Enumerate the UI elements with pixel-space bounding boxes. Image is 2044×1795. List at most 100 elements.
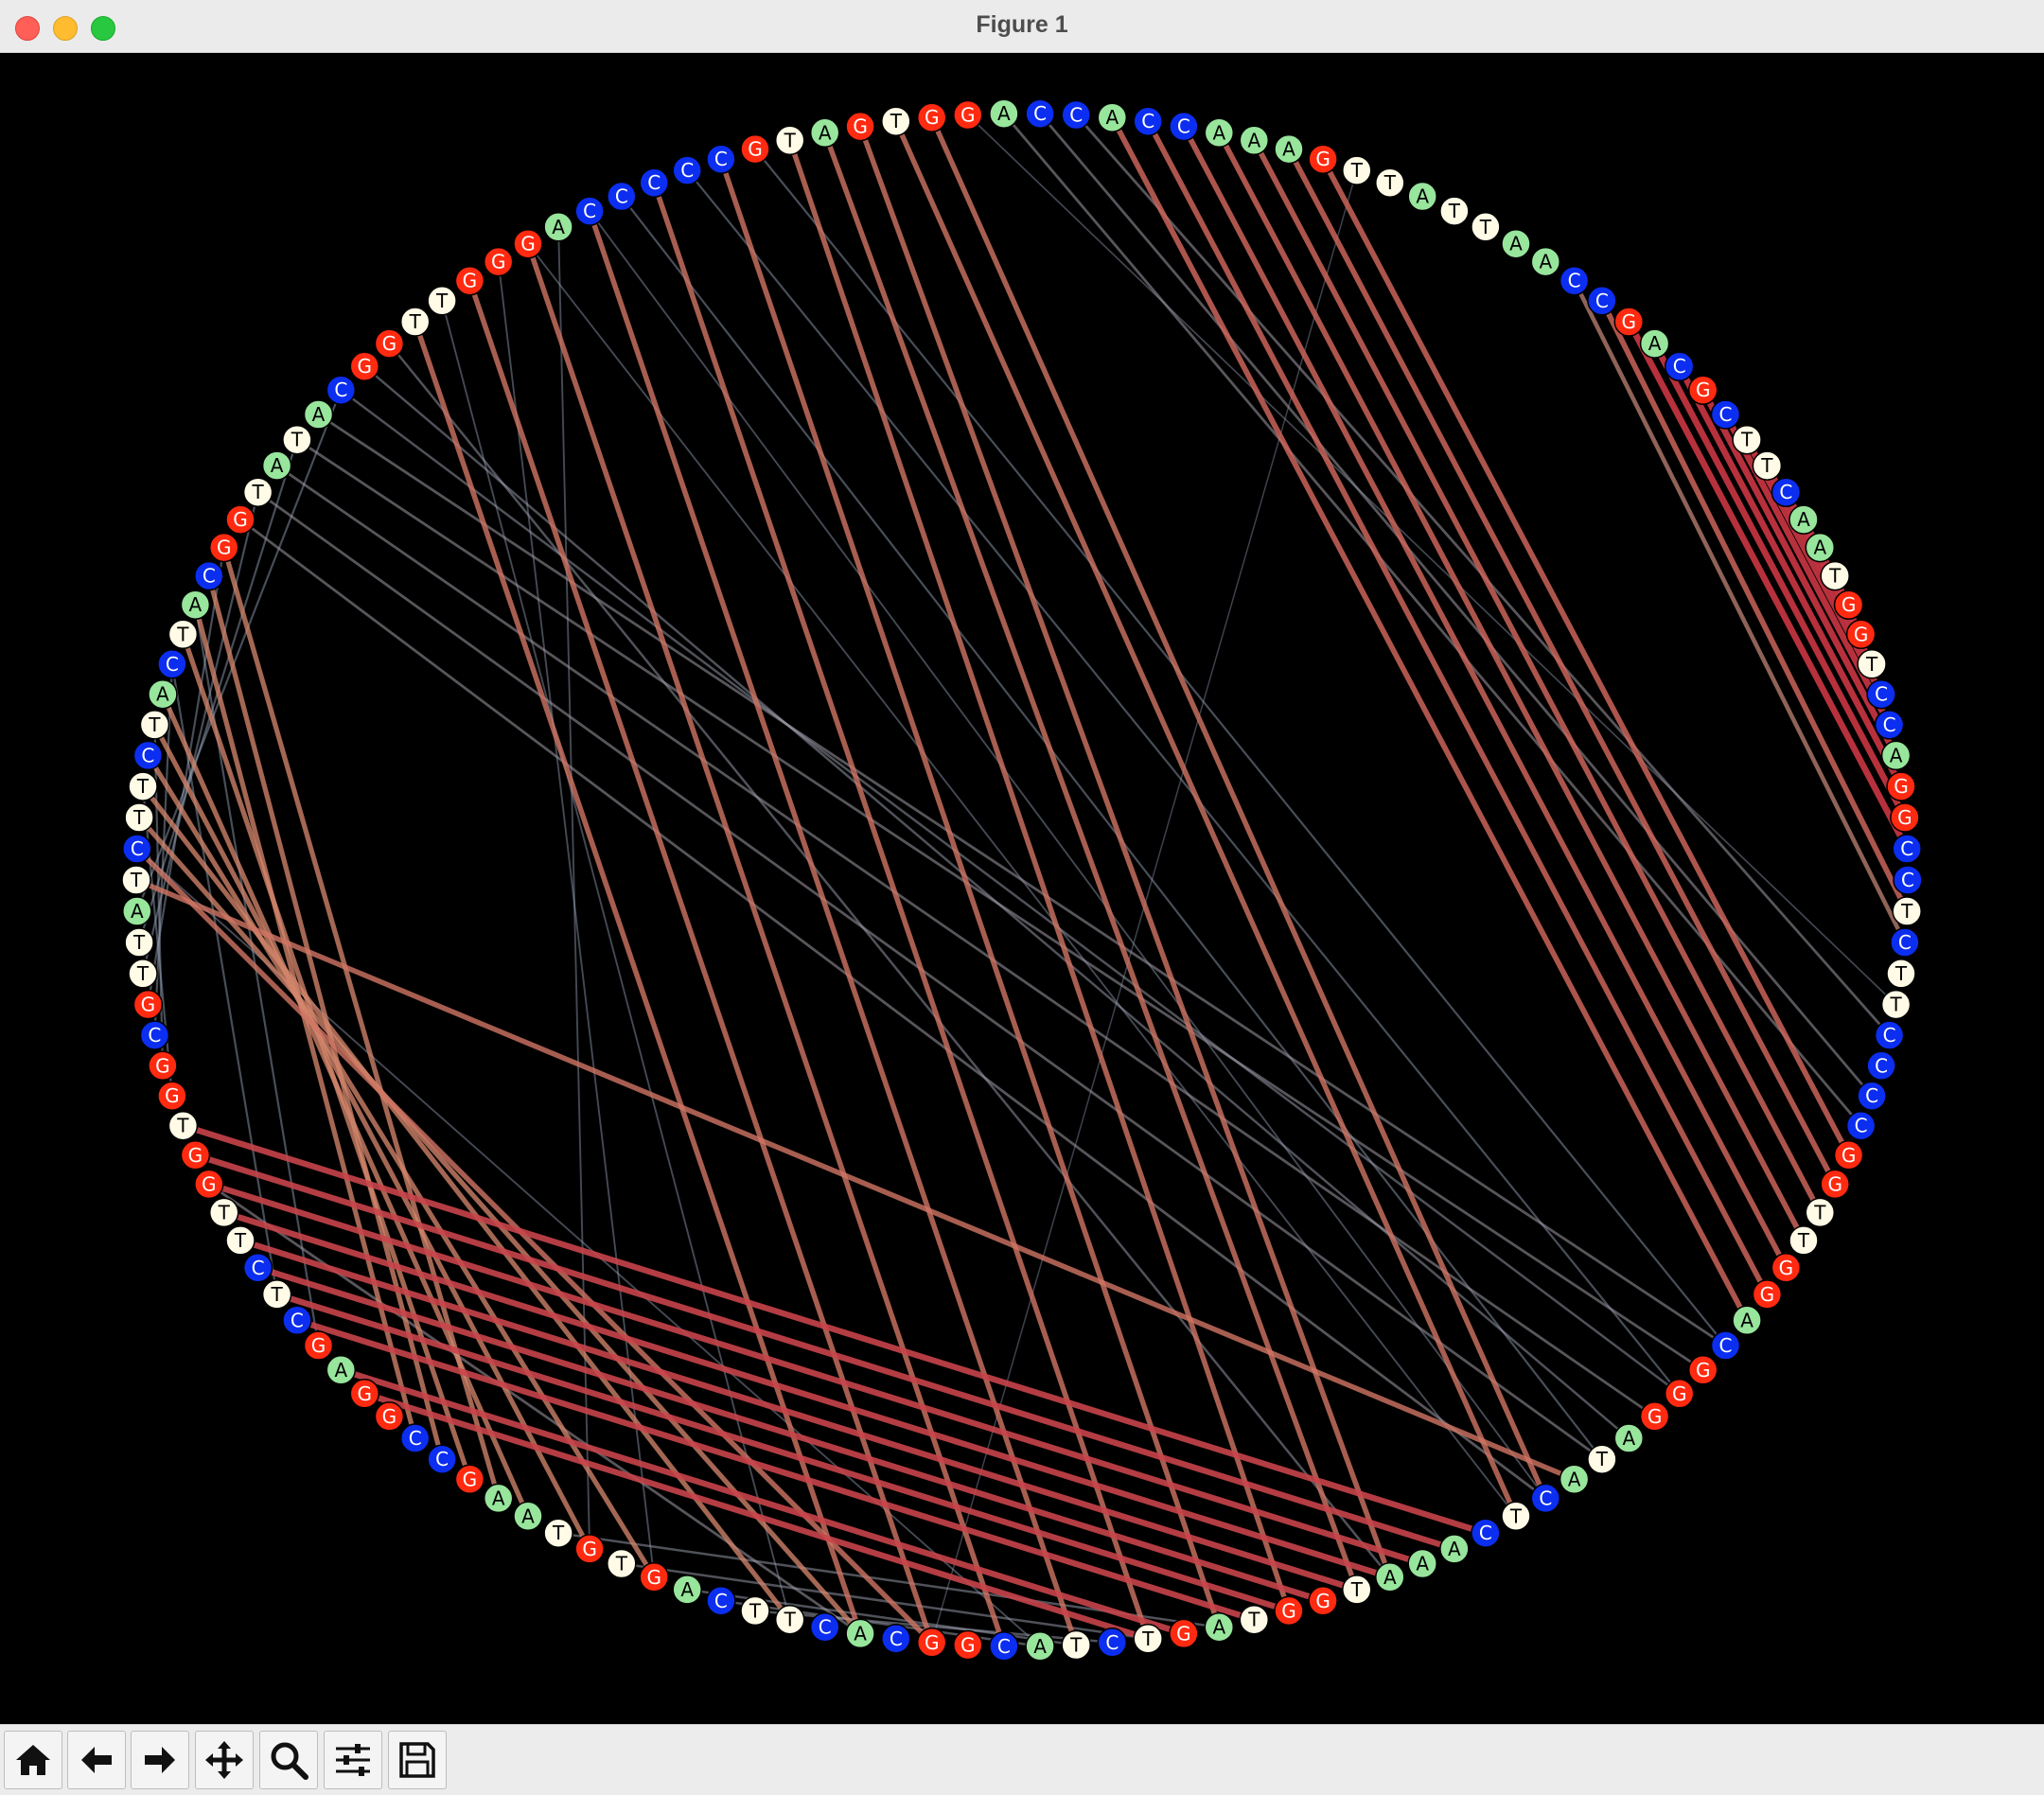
- base-label: A: [1247, 129, 1260, 151]
- base-node-t: T: [1133, 1624, 1163, 1654]
- base-node-g: G: [148, 1050, 178, 1082]
- base-node-a: A: [148, 678, 178, 710]
- base-node-a: A: [180, 590, 211, 620]
- base-node-c: C: [122, 834, 152, 864]
- base-label: T: [251, 481, 264, 503]
- base-node-a: A: [1204, 117, 1235, 149]
- base-node-c: C: [881, 1624, 911, 1654]
- pair-link: [1145, 119, 1770, 1296]
- base-node-t: T: [1892, 896, 1922, 926]
- base-label: G: [463, 270, 478, 292]
- base-label: T: [552, 1522, 565, 1544]
- base-node-g: G: [574, 1534, 605, 1564]
- zoom-button[interactable]: [259, 1731, 318, 1789]
- base-node-c: C: [574, 196, 605, 226]
- base-node-c: C: [1664, 351, 1695, 381]
- base-label: G: [463, 1468, 478, 1490]
- base-node-t: T: [167, 1110, 199, 1141]
- base-node-t: T: [1880, 989, 1912, 1020]
- base-label: T: [1069, 1634, 1083, 1657]
- base-node-g: G: [1771, 1253, 1802, 1283]
- base-label: T: [234, 1229, 247, 1252]
- base-label: A: [1416, 185, 1429, 208]
- base-node-a: A: [122, 896, 152, 926]
- base-node-c: C: [1866, 678, 1896, 710]
- home-button[interactable]: [4, 1731, 62, 1789]
- base-node-g: G: [1308, 144, 1338, 174]
- base-node-t: T: [1239, 1604, 1270, 1635]
- base-label: G: [1894, 775, 1909, 798]
- base-label: C: [1673, 355, 1686, 378]
- base-label: T: [176, 1115, 189, 1137]
- base-node-a: A: [1613, 1423, 1645, 1453]
- base-node-g: G: [639, 1562, 669, 1593]
- base-label: C: [1568, 270, 1581, 292]
- base-node-g: G: [1613, 307, 1645, 337]
- base-label: A: [1105, 106, 1119, 129]
- base-node-t: T: [1857, 649, 1887, 679]
- base-node-g: G: [916, 1628, 947, 1658]
- base-node-t: T: [1788, 1225, 1819, 1256]
- base-node-c: C: [139, 1020, 170, 1050]
- base-label: T: [176, 623, 189, 645]
- base-label: G: [1315, 1590, 1330, 1612]
- base-label: G: [1827, 1172, 1842, 1195]
- base-label: A: [854, 1622, 867, 1645]
- pan-button[interactable]: [195, 1731, 254, 1789]
- base-label: G: [382, 1405, 397, 1428]
- base-label: T: [784, 129, 797, 151]
- plot-canvas[interactable]: TCTTCTACTACGGTATACGGTTGGGACCCCCGTAGTGGAC…: [0, 53, 2044, 1724]
- base-label: C: [1875, 683, 1888, 706]
- base-label: G: [1315, 148, 1330, 170]
- base-node-t: T: [1752, 450, 1783, 481]
- base-label: C: [435, 1448, 449, 1470]
- base-node-c: C: [1471, 1518, 1501, 1548]
- base-label: T: [1797, 1229, 1810, 1252]
- base-label: C: [203, 565, 216, 588]
- base-label: C: [148, 1024, 161, 1047]
- base-node-g: G: [454, 1464, 485, 1495]
- base-node-c: C: [157, 649, 187, 679]
- base-label: C: [1719, 1334, 1733, 1357]
- base-label: G: [141, 994, 156, 1016]
- base-node-c: C: [1559, 265, 1590, 296]
- base-label: A: [1648, 332, 1662, 355]
- base-node-t: T: [124, 927, 154, 958]
- save-button[interactable]: [388, 1731, 447, 1789]
- base-node-a: A: [989, 98, 1019, 129]
- forward-button[interactable]: [131, 1731, 189, 1789]
- pair-link: [1181, 125, 1788, 1270]
- base-node-t: T: [208, 1197, 239, 1228]
- base-label: G: [1897, 806, 1912, 829]
- base-label: T: [1448, 200, 1461, 222]
- base-label: C: [1779, 481, 1792, 503]
- base-node-t: T: [543, 1518, 573, 1548]
- base-label: C: [252, 1257, 265, 1279]
- base-label: C: [714, 1590, 728, 1612]
- base-node-t: T: [1439, 196, 1470, 226]
- base-node-a: A: [326, 1355, 357, 1385]
- base-label: C: [1901, 869, 1914, 891]
- base-node-g: G: [454, 265, 485, 296]
- pair-link: [620, 195, 1603, 1460]
- base-node-g: G: [1664, 1379, 1695, 1409]
- base-label: A: [1509, 233, 1523, 255]
- base-node-g: G: [1833, 590, 1864, 620]
- figure-window: Figure 1 TCTTCTACTACGGTATACGGTTGGGACCCCC…: [0, 0, 2044, 1795]
- configure-subplots-button[interactable]: [324, 1731, 382, 1789]
- pair-link: [1676, 364, 1904, 788]
- base-node-a: A: [483, 1483, 514, 1514]
- base-label: G: [358, 1382, 373, 1405]
- base-label: A: [552, 216, 565, 238]
- base-node-t: T: [427, 286, 457, 316]
- base-label: T: [1479, 216, 1492, 238]
- base-node-g: G: [1845, 619, 1877, 650]
- base-node-g: G: [1820, 1169, 1850, 1200]
- back-button[interactable]: [67, 1731, 126, 1789]
- base-node-c: C: [607, 181, 637, 212]
- base-node-t: T: [1061, 1629, 1091, 1661]
- base-node-c: C: [242, 1253, 273, 1283]
- pair-link: [929, 116, 1548, 1500]
- base-label: A: [819, 121, 832, 144]
- pair-link: [497, 261, 656, 1577]
